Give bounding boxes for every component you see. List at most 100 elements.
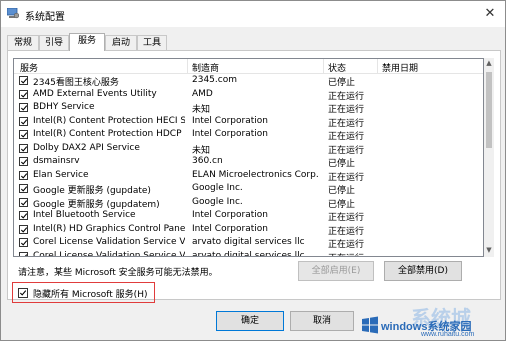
checkmark-icon — [20, 78, 28, 84]
windows-logo-icon — [362, 316, 378, 334]
service-checkbox[interactable] — [19, 76, 28, 85]
service-checkbox[interactable] — [19, 103, 28, 112]
service-row[interactable]: 2345看图王核心服务 2345.com 已停止 — [14, 74, 483, 88]
service-row[interactable]: Corel License Validation Service V2, ...… — [14, 250, 483, 257]
checkmark-icon — [19, 290, 27, 296]
service-manufacturer: 2345.com — [192, 75, 237, 85]
service-status: 正在运行 — [328, 91, 365, 102]
service-row[interactable]: BDHY Service 未知 正在运行 — [14, 101, 483, 115]
service-name: Corel License Validation Service V2, ... — [33, 237, 185, 247]
tab-1[interactable]: 引导 — [39, 35, 69, 50]
service-checkbox[interactable] — [19, 157, 28, 166]
service-checkbox[interactable] — [19, 238, 28, 247]
service-row[interactable]: dsmainsrv 360.cn 已停止 — [14, 155, 483, 169]
column-header-manufacturer[interactable]: 制造商 — [192, 61, 219, 74]
service-manufacturer: Intel Corporation — [192, 115, 268, 126]
service-manufacturer: ELAN Microelectronics Corp. — [192, 169, 319, 180]
service-manufacturer: Intel Corporation — [192, 129, 268, 139]
tab-0[interactable]: 常规 — [7, 35, 39, 50]
service-checkbox[interactable] — [19, 211, 28, 220]
service-name: Elan Service — [33, 169, 89, 180]
column-header-disabled-date[interactable]: 禁用日期 — [382, 61, 418, 74]
vertical-scrollbar[interactable]: ▲ ▼ — [484, 58, 494, 257]
checkmark-icon — [20, 132, 28, 138]
header-divider — [377, 59, 378, 73]
checkmark-icon — [20, 91, 28, 98]
service-row[interactable]: Google 更新服务 (gupdatem) Google Inc. 已停止 — [14, 196, 483, 210]
service-status: 已停止 — [328, 199, 356, 210]
service-row[interactable]: AMD External Events Utility AMD 正在运行 — [14, 88, 483, 102]
tab-3[interactable]: 启动 — [105, 35, 137, 50]
column-header-service[interactable]: 服务 — [20, 61, 38, 74]
service-row[interactable]: Elan Service ELAN Microelectronics Corp. 正… — [14, 169, 483, 183]
ok-button[interactable]: 确定 — [216, 311, 284, 331]
checkmark-icon — [20, 213, 28, 219]
system-config-icon — [7, 8, 19, 19]
service-manufacturer: AMD — [192, 88, 213, 99]
checkmark-icon — [20, 118, 28, 125]
service-status: 正在运行 — [328, 240, 365, 250]
service-row[interactable]: Intel Bluetooth Service Intel Corporation… — [14, 209, 483, 223]
hide-microsoft-services-checkbox[interactable] — [18, 288, 28, 298]
tab-2[interactable]: 服务 — [69, 33, 105, 51]
service-manufacturer: arvato digital services llc — [192, 237, 305, 247]
service-name: dsmainsrv — [33, 156, 80, 166]
service-status: 正在运行 — [328, 105, 365, 115]
service-manufacturer: Intel Corporation — [192, 223, 268, 234]
close-icon[interactable]: ✕ — [481, 5, 499, 23]
scroll-up-icon[interactable]: ▲ — [484, 59, 494, 67]
list-header: 服务 制造商 状态 禁用日期 — [14, 59, 483, 74]
disable-all-button[interactable]: 全部禁用(D) — [384, 261, 462, 281]
service-status: 正在运行 — [328, 145, 365, 156]
service-name: Intel(R) Content Protection HDCP Se... — [33, 129, 185, 139]
service-name: 2345看图王核心服务 — [33, 78, 119, 88]
service-status: 正在运行 — [328, 172, 365, 183]
scrollbar-thumb[interactable] — [486, 72, 492, 148]
services-list[interactable]: 服务 制造商 状态 禁用日期 2345看图王核心服务 2345.com 已停止 AMD… — [13, 58, 484, 257]
service-manufacturer: arvato digital services llc — [192, 250, 305, 257]
watermark-url: www.ruhaitu.com — [421, 331, 475, 338]
service-checkbox[interactable] — [19, 224, 28, 234]
scroll-down-icon[interactable]: ▼ — [484, 246, 494, 254]
header-divider — [187, 59, 188, 73]
service-name: Dolby DAX2 API Service — [33, 142, 140, 153]
service-name: Google 更新服务 (gupdatem) — [33, 199, 160, 210]
service-name: BDHY Service — [33, 102, 95, 112]
service-row[interactable]: Google 更新服务 (gupdate) Google Inc. 已停止 — [14, 182, 483, 196]
checkmark-icon — [20, 226, 28, 233]
checkmark-icon — [20, 145, 28, 152]
service-checkbox[interactable] — [19, 89, 28, 99]
hide-microsoft-services-highlight: 隐藏所有 Microsoft 服务(H) — [12, 282, 155, 303]
service-checkbox[interactable] — [19, 116, 28, 126]
service-name: Corel License Validation Service V2, ... — [33, 250, 185, 257]
hide-microsoft-services-label[interactable]: 隐藏所有 Microsoft 服务(H) — [33, 287, 147, 300]
service-name: Intel(R) Content Protection HECI Ser... — [33, 115, 185, 126]
watermark-logo: 系统城 windows系统家园 www.ruhaitu.com — [353, 298, 506, 342]
service-status: 已停止 — [328, 78, 356, 88]
service-checkbox[interactable] — [19, 197, 28, 207]
header-divider — [323, 59, 324, 73]
cancel-button[interactable]: 取消 — [290, 311, 354, 331]
service-row[interactable]: Dolby DAX2 API Service 未知 正在运行 — [14, 142, 483, 156]
service-checkbox[interactable] — [19, 251, 28, 256]
service-status: 正在运行 — [328, 213, 365, 223]
column-header-status[interactable]: 状态 — [328, 61, 346, 74]
title-bar: 系统配置 ✕ — [1, 1, 505, 27]
service-row[interactable]: Intel(R) HD Graphics Control Panel S... I… — [14, 223, 483, 237]
service-checkbox[interactable] — [19, 143, 28, 153]
tab-4[interactable]: 工具 — [137, 35, 167, 50]
service-checkbox[interactable] — [19, 170, 28, 180]
service-checkbox[interactable] — [19, 184, 28, 193]
enable-all-button[interactable]: 全部启用(E) — [298, 261, 374, 281]
service-manufacturer: 360.cn — [192, 156, 223, 166]
service-manufacturer: 未知 — [192, 105, 211, 115]
service-manufacturer: Google Inc. — [192, 196, 243, 207]
service-status: 已停止 — [328, 186, 356, 196]
system-config-window: 系统配置 ✕ 常规 引导 服务 启动 工具 服务 制造商 状态 禁用日期 2345看图王… — [0, 0, 506, 341]
window-title: 系统配置 — [25, 12, 65, 23]
service-row[interactable]: Corel License Validation Service V2, ...… — [14, 236, 483, 250]
service-row[interactable]: Intel(R) Content Protection HECI Ser... I… — [14, 115, 483, 129]
service-checkbox[interactable] — [19, 130, 28, 139]
service-status: 正在运行 — [328, 132, 365, 142]
service-row[interactable]: Intel(R) Content Protection HDCP Se... In… — [14, 128, 483, 142]
